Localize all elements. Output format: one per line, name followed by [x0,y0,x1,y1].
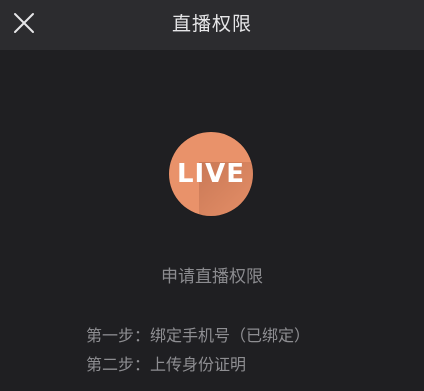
apply-permission-title: 申请直播权限 [161,267,263,287]
live-badge: LIVE [169,132,253,216]
live-permission-page: 直播权限 LIVE 申请直播权限 第一步：绑定手机号（已绑定） 第二步：上传身份… [0,0,424,391]
nav-bar: 直播权限 [0,0,424,50]
step-bind-phone[interactable]: 第一步：绑定手机号（已绑定） [86,322,310,346]
step-upload-id[interactable]: 第二步：上传身份证明 [86,351,246,375]
live-badge-text: LIVE [176,159,246,189]
page-title: 直播权限 [171,13,252,35]
